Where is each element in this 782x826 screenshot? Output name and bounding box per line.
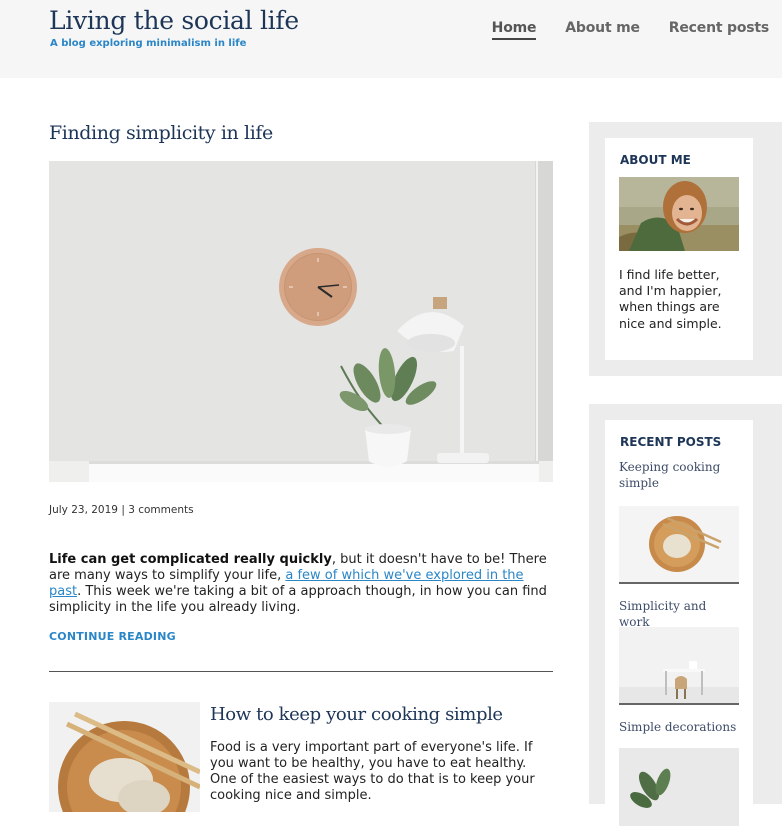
- nav-item-about-me[interactable]: About me: [565, 20, 640, 40]
- post-excerpt: Life can get complicated really quickly,…: [49, 552, 553, 616]
- about-heading: ABOUT ME: [620, 153, 691, 167]
- site-tagline: A blog exploring minimalism in life: [50, 38, 247, 49]
- post-hero-image[interactable]: [49, 161, 553, 482]
- post-divider: [49, 671, 553, 672]
- recent-post-thumbnail[interactable]: [619, 748, 739, 826]
- recent-post-thumbnail[interactable]: [619, 627, 739, 705]
- nav-item-home[interactable]: Home: [491, 20, 536, 40]
- nav-item-recent-posts[interactable]: Recent posts: [669, 20, 769, 40]
- recent-post-link[interactable]: Simplicity and work: [619, 598, 739, 630]
- excerpt-bold: Life can get complicated really quickly: [49, 552, 332, 567]
- about-widget: ABOUT ME I find life better, and I'm hap…: [589, 122, 782, 376]
- continue-reading-link[interactable]: CONTINUE READING: [49, 630, 176, 643]
- site-header: Living the social life A blog exploring …: [0, 0, 782, 78]
- excerpt-text-2: . This week we're taking a bit of a appr…: [49, 584, 547, 615]
- post2-excerpt: Food is a very important part of everyon…: [210, 740, 535, 803]
- main-nav: Home About me Recent posts: [491, 20, 769, 40]
- post-title[interactable]: Finding simplicity in life: [49, 122, 273, 144]
- post2-title[interactable]: How to keep your cooking simple: [210, 704, 503, 725]
- about-text: I find life better, and I'm happier, whe…: [619, 267, 722, 331]
- about-card: ABOUT ME I find life better, and I'm hap…: [605, 138, 753, 360]
- post-date: July 23, 2019: [49, 504, 118, 516]
- recent-posts-widget: RECENT POSTS Keeping cooking simple Simp…: [589, 404, 782, 826]
- post-meta: July 23, 2019 | 3 comments: [49, 504, 194, 516]
- recent-post-link[interactable]: Simple decorations: [619, 719, 739, 735]
- recent-post-thumbnail[interactable]: [619, 506, 739, 584]
- meta-separator: |: [121, 504, 125, 516]
- post-comments-link[interactable]: 3 comments: [128, 504, 193, 516]
- about-avatar-photo: [619, 177, 739, 251]
- site-title[interactable]: Living the social life: [49, 6, 299, 35]
- recent-posts-heading: RECENT POSTS: [620, 435, 722, 449]
- recent-post-link[interactable]: Keeping cooking simple: [619, 459, 739, 491]
- recent-posts-card: RECENT POSTS Keeping cooking simple Simp…: [605, 420, 753, 826]
